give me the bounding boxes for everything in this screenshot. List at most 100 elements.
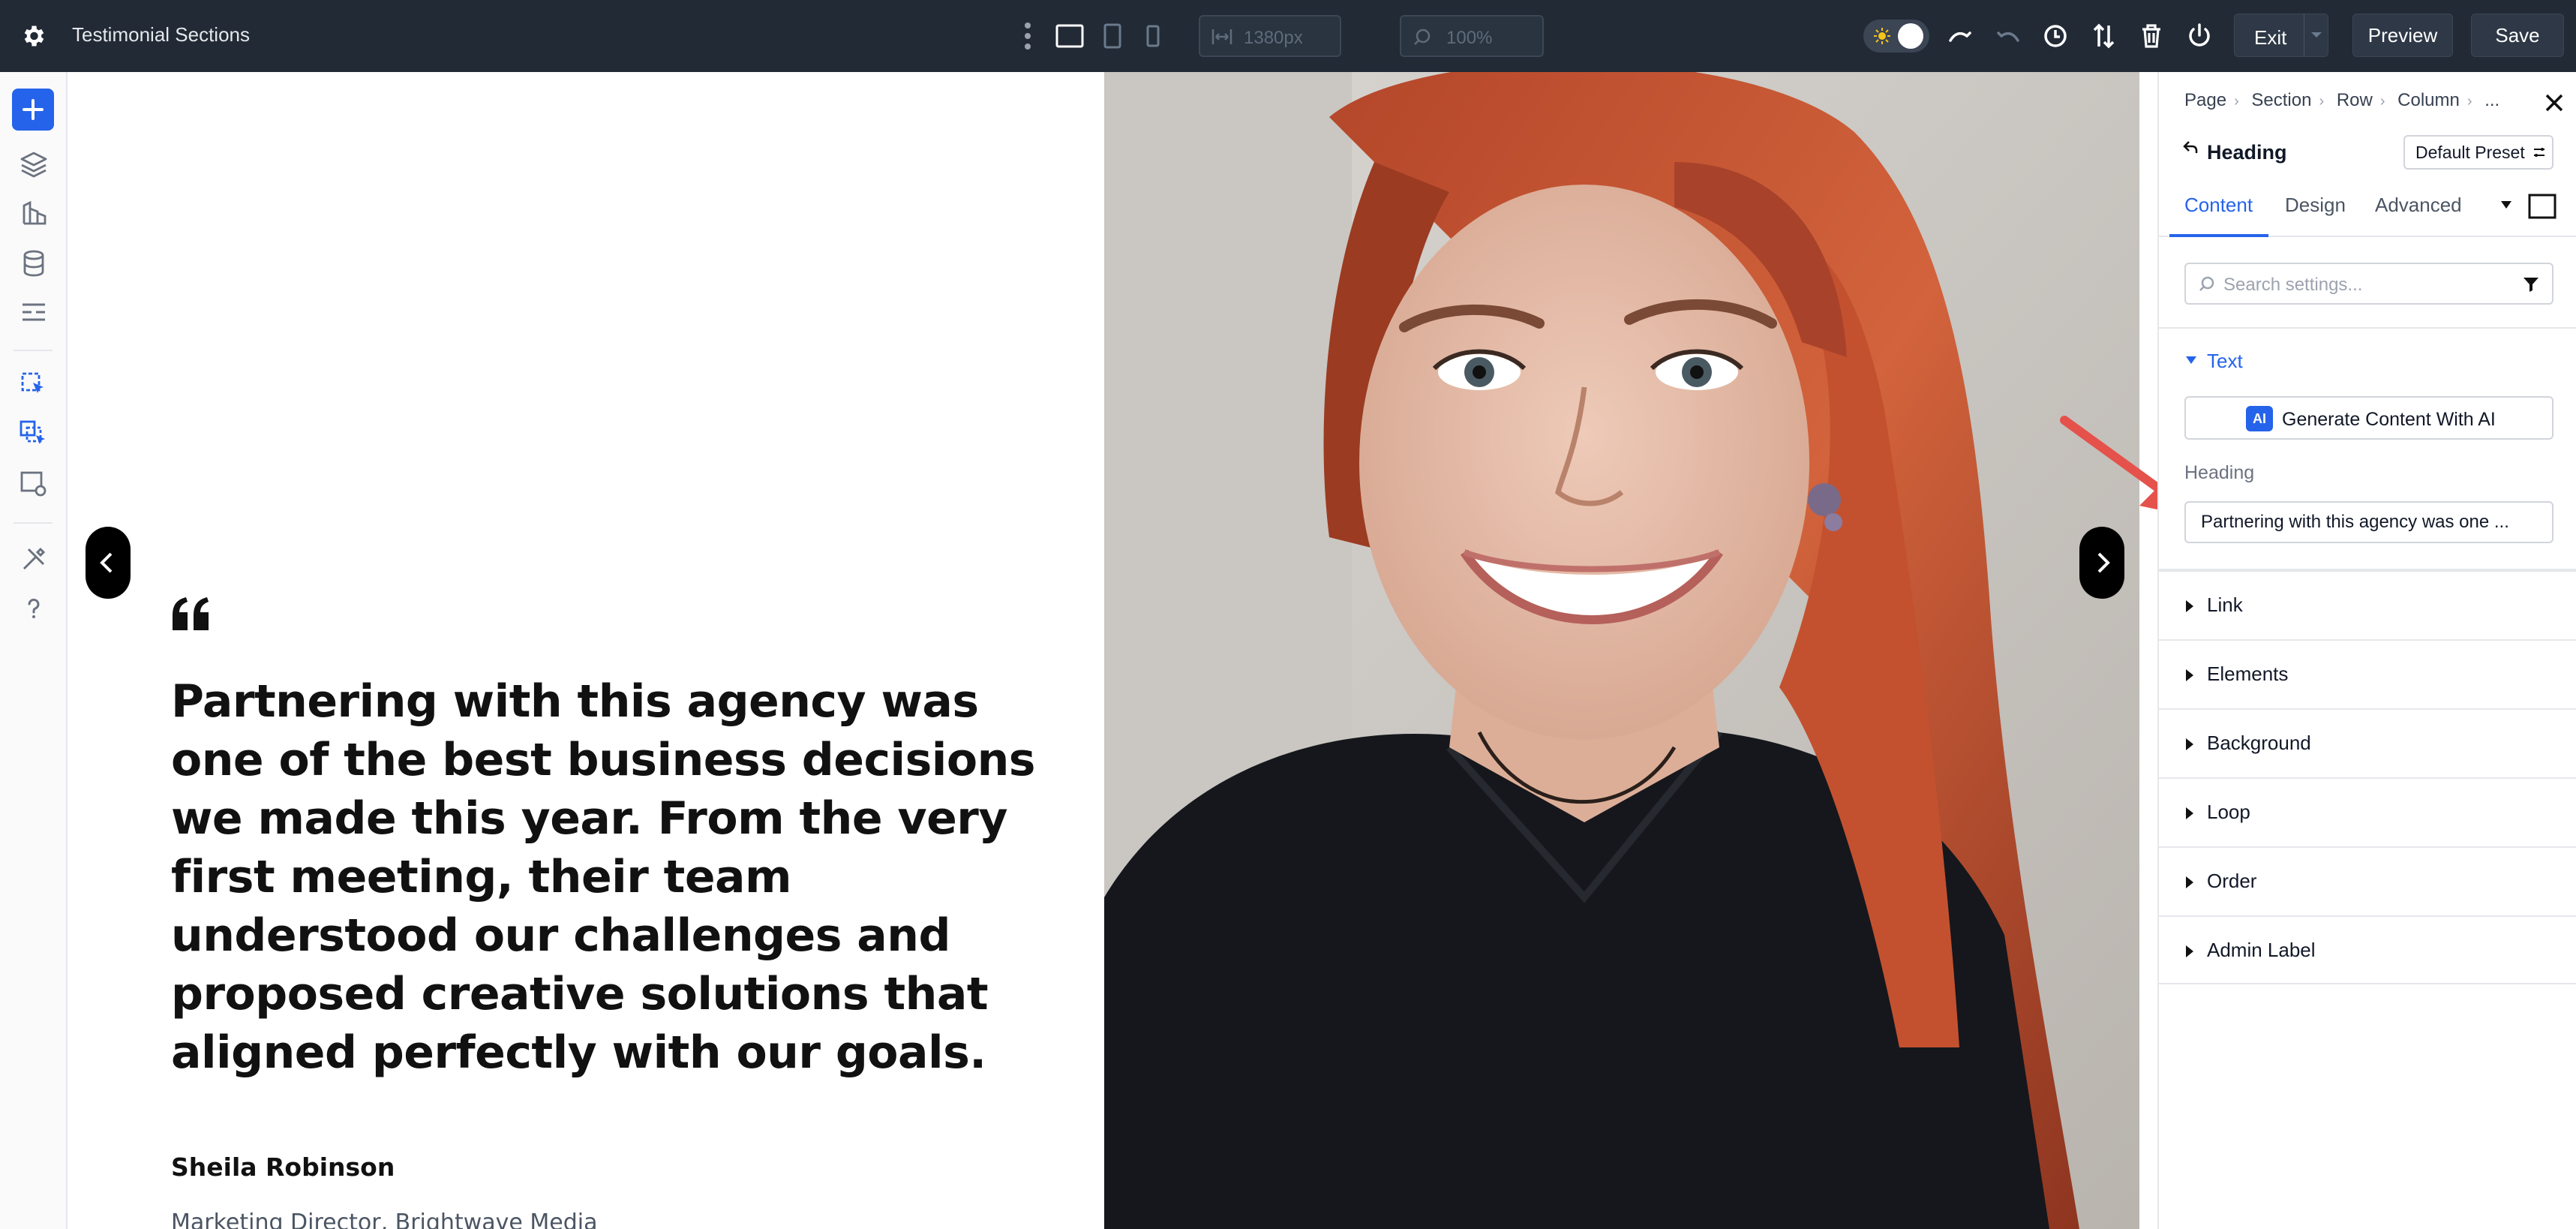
generate-ai-label: Generate Content With AI <box>2282 409 2496 430</box>
search-placeholder: Search settings... <box>2223 275 2363 295</box>
preset-options-icon <box>2534 148 2544 157</box>
top-toolbar: Testimonial Sections 1380px 100% Exit Pr… <box>0 0 2576 72</box>
layers-icon[interactable] <box>18 149 50 180</box>
caret-down-icon[interactable] <box>2499 200 2513 210</box>
more-options-icon[interactable] <box>1022 21 1034 51</box>
caret-right-icon <box>2186 600 2193 612</box>
gear-icon[interactable] <box>20 23 47 50</box>
breadcrumb-page[interactable]: Page <box>2184 90 2226 110</box>
exit-button[interactable]: Exit <box>2234 14 2328 57</box>
phone-view-icon[interactable] <box>1143 23 1163 50</box>
undo-icon[interactable] <box>1946 21 1976 51</box>
testimonial-role[interactable]: Marketing Director, Brightwave Media <box>171 1209 597 1229</box>
rail-divider <box>14 522 53 524</box>
select-module-icon[interactable] <box>18 369 50 401</box>
previous-slide-button[interactable] <box>86 527 131 599</box>
section-admin-label-label: Admin Label <box>2207 939 2316 961</box>
chevron-down-icon[interactable] <box>2310 31 2323 40</box>
preview-button[interactable]: Preview <box>2352 14 2453 57</box>
expand-panel-icon[interactable] <box>2528 194 2556 219</box>
back-icon[interactable] <box>2181 138 2199 156</box>
breadcrumb: Page › Section › Row › Column › ... <box>2184 90 2500 110</box>
toggle-knob <box>1898 23 1923 49</box>
breadcrumb-row[interactable]: Row <box>2337 90 2373 110</box>
tab-design[interactable]: Design <box>2285 194 2346 217</box>
width-icon <box>1211 29 1232 44</box>
caret-right-icon <box>2186 807 2193 819</box>
section-text-header[interactable]: Text <box>2207 350 2243 373</box>
tab-advanced[interactable]: Advanced <box>2375 194 2462 217</box>
trash-icon[interactable] <box>2136 21 2166 51</box>
power-icon[interactable] <box>2184 21 2214 51</box>
width-value: 1380px <box>1244 28 1303 48</box>
breadcrumb-column[interactable]: Column <box>2397 90 2460 110</box>
desktop-view-icon[interactable] <box>1055 23 1085 50</box>
caret-right-icon <box>2186 669 2193 681</box>
database-icon[interactable] <box>18 248 50 279</box>
width-field[interactable]: 1380px <box>1199 15 1341 57</box>
zoom-field[interactable]: 100% <box>1400 15 1544 57</box>
history-icon[interactable] <box>2040 21 2070 51</box>
redo-icon[interactable] <box>1992 21 2022 51</box>
caret-right-icon <box>2186 738 2193 750</box>
caret-right-icon <box>2186 876 2193 888</box>
tab-content[interactable]: Content <box>2184 194 2253 217</box>
breadcrumb-more[interactable]: ... <box>2484 90 2499 110</box>
page-settings-icon[interactable] <box>18 468 50 500</box>
quote-icon <box>173 597 209 630</box>
builder-canvas: Partnering with this agency was one of t… <box>69 72 2139 1229</box>
page-title: Testimonial Sections <box>72 23 250 46</box>
theme-builder-icon[interactable] <box>18 198 50 230</box>
testimonial-photo[interactable] <box>1104 72 2139 1229</box>
rail-divider <box>14 350 53 351</box>
module-title: Heading <box>2207 141 2287 164</box>
left-sidebar <box>0 72 68 1229</box>
portrait-image <box>1104 72 2139 1229</box>
preset-label: Default Preset <box>2415 143 2525 162</box>
preset-selector[interactable]: Default Preset <box>2403 135 2553 170</box>
testimonial-quote[interactable]: Partnering with this agency was one of t… <box>171 672 1056 1082</box>
zoom-value: 100% <box>1446 28 1493 48</box>
section-elements-label: Elements <box>2207 663 2289 685</box>
exit-label: Exit <box>2254 26 2287 49</box>
ai-icon: AI <box>2246 406 2273 431</box>
section-background-label: Background <box>2207 732 2311 754</box>
section-link-label: Link <box>2207 593 2243 616</box>
section-background[interactable]: Background <box>2159 708 2576 777</box>
chevron-left-icon <box>100 552 113 573</box>
testimonial-author[interactable]: Sheila Robinson <box>171 1152 395 1182</box>
plus-icon <box>23 99 44 120</box>
heading-field-label: Heading <box>2184 462 2255 483</box>
heading-input[interactable]: Partnering with this agency was one ... <box>2184 501 2553 543</box>
save-button[interactable]: Save <box>2471 14 2564 57</box>
multi-select-icon[interactable] <box>18 419 50 450</box>
section-link[interactable]: Link <box>2159 570 2576 639</box>
filter-icon[interactable] <box>2522 275 2540 293</box>
breadcrumb-section[interactable]: Section <box>2251 90 2311 110</box>
search-settings-input[interactable]: Search settings... <box>2184 263 2553 305</box>
search-icon <box>2199 276 2214 291</box>
caret-right-icon <box>2186 945 2193 957</box>
search-icon <box>1414 29 1431 45</box>
section-loop[interactable]: Loop <box>2159 777 2576 846</box>
caret-expanded-icon[interactable] <box>2184 350 2199 372</box>
section-order-label: Order <box>2207 870 2257 892</box>
sun-icon <box>1874 28 1890 44</box>
section-order[interactable]: Order <box>2159 846 2576 915</box>
dark-mode-toggle[interactable] <box>1863 20 1929 53</box>
next-slide-button[interactable] <box>2079 527 2124 599</box>
layout-icon[interactable] <box>18 297 50 329</box>
help-icon[interactable] <box>18 593 50 624</box>
section-elements[interactable]: Elements <box>2159 639 2576 708</box>
section-admin-label[interactable]: Admin Label <box>2159 915 2576 984</box>
tools-icon[interactable] <box>18 543 50 575</box>
section-loop-label: Loop <box>2207 801 2250 823</box>
active-tab-indicator <box>2169 234 2268 237</box>
tablet-view-icon[interactable] <box>1101 23 1124 50</box>
chevron-right-icon <box>2097 552 2110 573</box>
settings-panel: Page › Section › Row › Column › ... Heading … <box>2157 72 2576 1229</box>
close-icon[interactable] <box>2543 92 2565 114</box>
generate-ai-button[interactable]: AI Generate Content With AI <box>2184 396 2553 440</box>
add-module-button[interactable] <box>12 89 54 131</box>
sort-icon[interactable] <box>2088 21 2118 51</box>
